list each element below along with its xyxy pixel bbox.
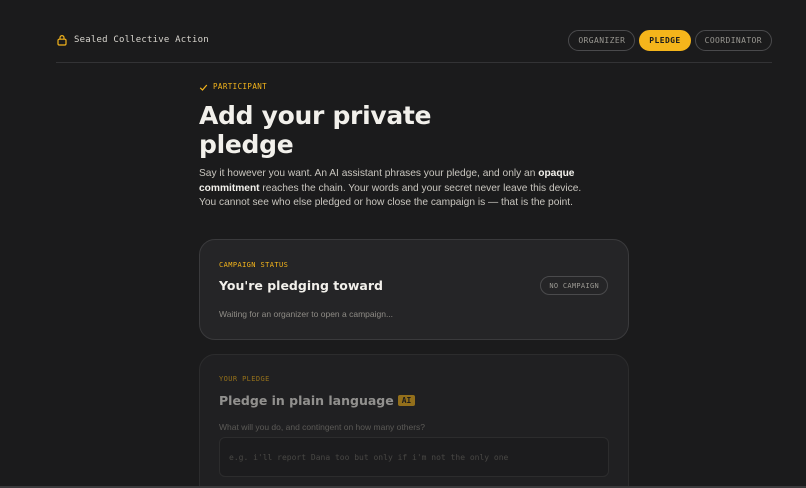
campaign-status-message: Waiting for an organizer to open a campa… (219, 309, 394, 319)
campaign-status-card: CAMPAIGN STATUS You're pledging toward N… (199, 239, 629, 340)
brand: Sealed Collective Action (56, 34, 209, 46)
check-icon (199, 77, 208, 96)
app-header: Sealed Collective Action ORGANIZER PLEDG… (56, 28, 772, 52)
role-tab-organizer[interactable]: ORGANIZER (568, 29, 636, 51)
page: Sealed Collective Action ORGANIZER PLEDG… (0, 0, 806, 488)
pledge-card: YOUR PLEDGE Pledge in plain language AI W… (199, 354, 629, 488)
pledge-question: What will you do, and contingent on how … (219, 422, 426, 432)
campaign-status-heading: You're pledging toward (219, 278, 383, 293)
intro-section: PARTICIPANT Add your private pledge Say … (199, 80, 629, 211)
role-tab-pledge[interactable]: PLEDGE (639, 29, 691, 51)
ai-badge: AI (397, 395, 416, 406)
role-switcher: ORGANIZER PLEDGE COORDINATOR (568, 29, 772, 51)
pledge-heading-text: Pledge in plain language (219, 393, 394, 408)
intro-description: Say it however you want. An AI assistant… (199, 167, 584, 211)
header-divider (56, 62, 772, 63)
role-tab-coordinator[interactable]: COORDINATOR (694, 29, 772, 51)
page-title: Add your private pledge (199, 101, 432, 159)
pledge-input[interactable] (219, 437, 609, 477)
role-eyebrow: PARTICIPANT (199, 80, 629, 92)
lede-text-1: Say it however you want. An AI assistant… (199, 168, 539, 179)
app-name: Sealed Collective Action (74, 35, 209, 45)
eyebrow-label: PARTICIPANT (213, 81, 268, 91)
lock-icon (56, 34, 68, 46)
pledge-label: YOUR PLEDGE (219, 375, 270, 383)
campaign-status-badge: NO CAMPAIGN (540, 276, 608, 295)
campaign-status-label: CAMPAIGN STATUS (219, 261, 289, 269)
pledge-heading: Pledge in plain language AI (219, 393, 416, 408)
